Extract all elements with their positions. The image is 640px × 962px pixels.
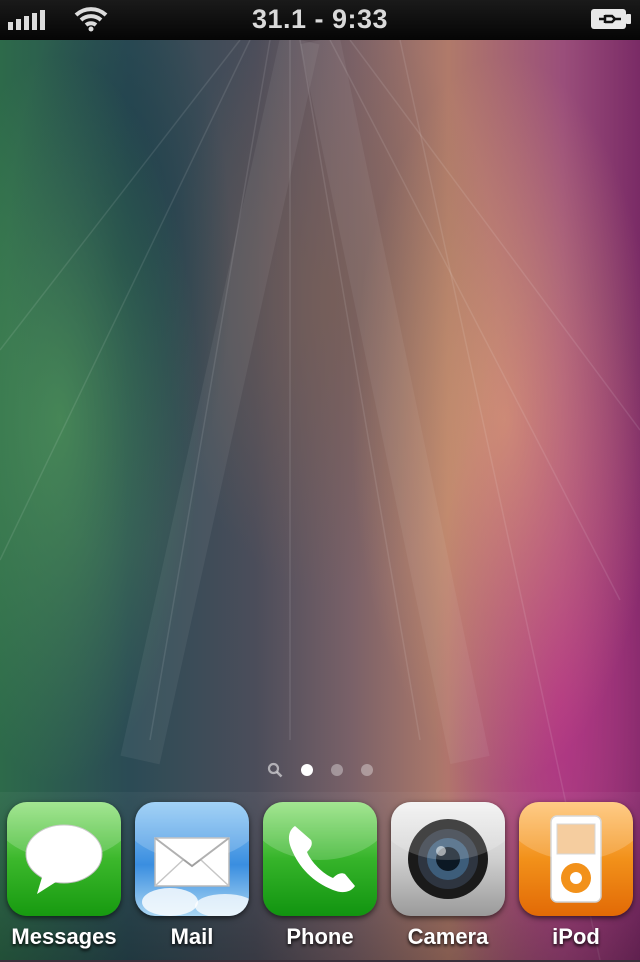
status-clock: 31.1 - 9:33 [251, 4, 389, 34]
dock: Messages Mail Phone Camera iPod [0, 792, 640, 960]
search-icon[interactable] [267, 762, 283, 778]
phone-icon[interactable] [263, 802, 377, 916]
page-dot-1[interactable] [301, 764, 313, 776]
dock-app-label: Phone [286, 924, 354, 949]
dock-app-mail[interactable]: Mail [128, 802, 256, 962]
page-indicator[interactable] [0, 762, 640, 778]
battery-charging-icon [591, 9, 631, 29]
page-dot-3[interactable] [361, 764, 373, 776]
page-dot-2[interactable] [331, 764, 343, 776]
dock-app-label: iPod [552, 924, 600, 949]
status-bar: 31.1 - 9:33 [0, 0, 640, 40]
dock-app-ipod[interactable]: iPod [512, 802, 640, 962]
dock-app-label: Messages [11, 924, 117, 949]
ipod-icon[interactable] [519, 802, 633, 916]
mail-icon[interactable] [135, 802, 249, 916]
dock-app-messages[interactable]: Messages [0, 802, 128, 962]
messages-icon[interactable] [7, 802, 121, 916]
dock-app-camera[interactable]: Camera [384, 802, 512, 962]
dock-app-label: Mail [170, 924, 214, 949]
dock-app-phone[interactable]: Phone [256, 802, 384, 962]
camera-icon[interactable] [391, 802, 505, 916]
dock-app-label: Camera [407, 924, 489, 949]
